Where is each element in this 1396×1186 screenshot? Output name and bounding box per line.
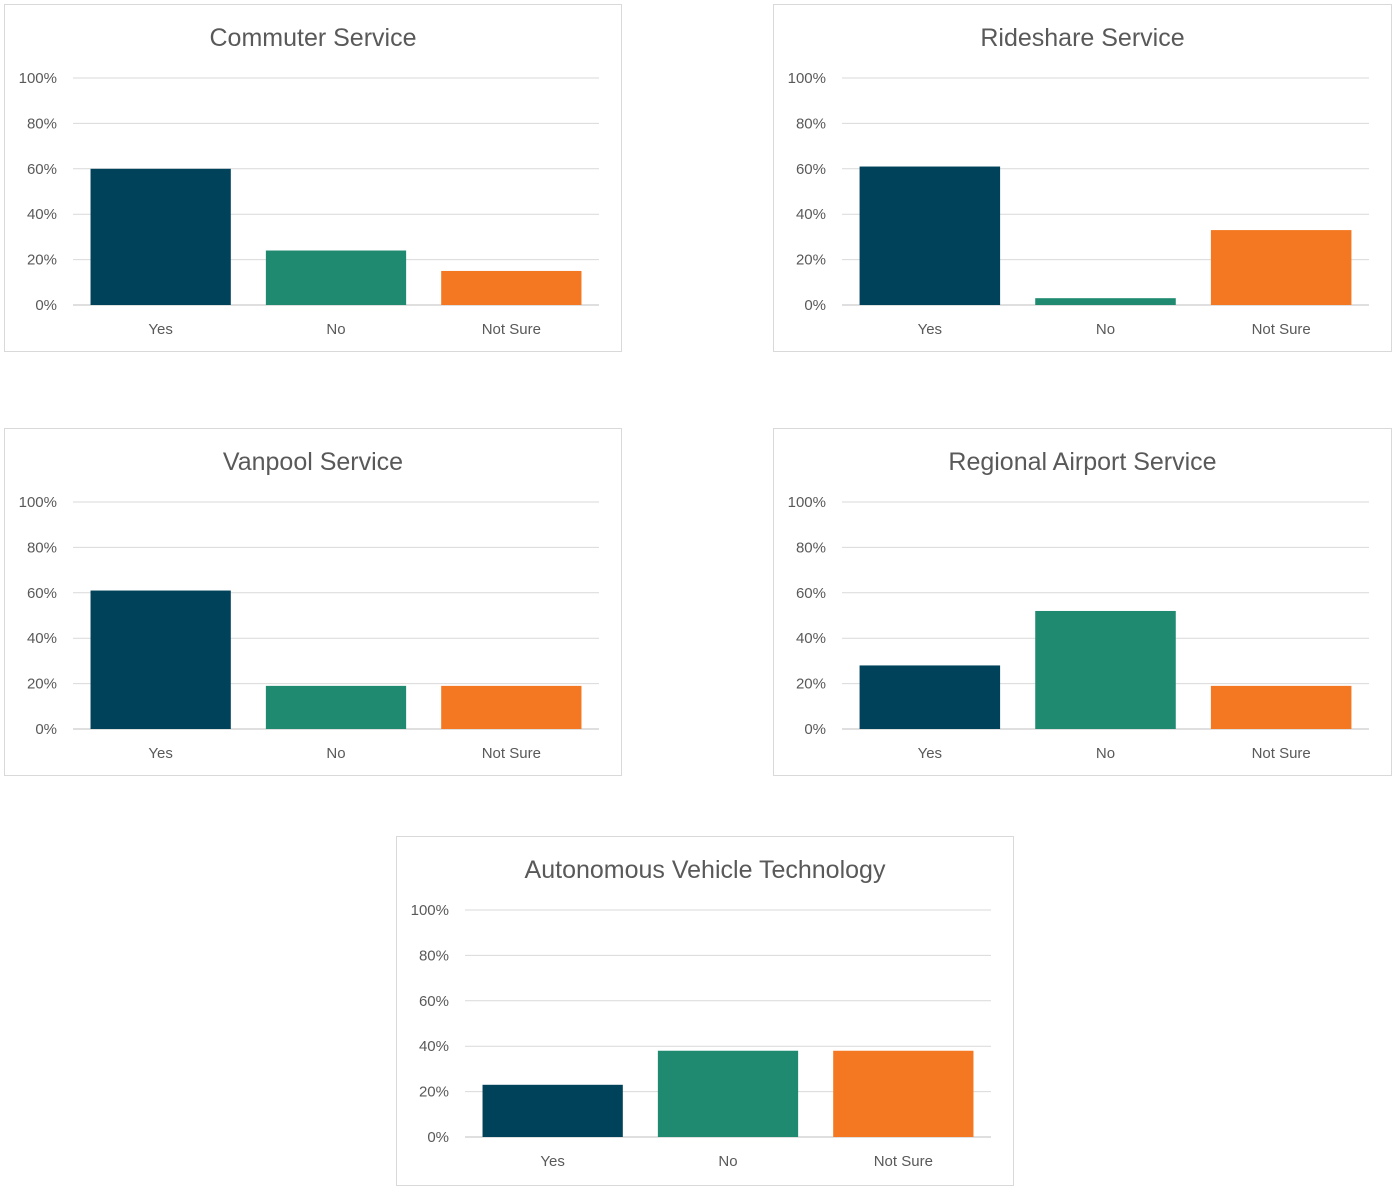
bar-not-sure [441,270,582,305]
y-tick-label: 40% [419,1038,449,1055]
category-label: Not Sure [1252,321,1311,338]
chart-title: Commuter Service [210,24,417,52]
y-tick-label: 0% [804,297,826,314]
category-label: Not Sure [482,321,541,338]
category-label: Not Sure [874,1153,933,1170]
y-tick-label: 40% [796,206,826,223]
y-tick-label: 80% [419,947,449,964]
chart-svg: Regional Airport Service 0% 20% 40% 60% 80% 10… [788,448,1369,762]
chart-title: Regional Airport Service [948,448,1216,476]
bar-no [1035,610,1176,729]
chart-title: Rideshare Service [980,24,1184,52]
chart-title: Vanpool Service [223,448,403,476]
y-tick-label: 0% [427,1129,449,1146]
y-tick-label: 100% [411,902,449,919]
y-tick-label: 20% [419,1084,449,1101]
chart-commuter-service: Commuter Service 0% 20% 40% 60% 80% 100% Yes No N… [4,4,622,352]
category-label: Yes [918,321,942,338]
category-label: No [1096,745,1115,762]
category-label: No [1096,321,1115,338]
chart-svg: Commuter Service 0% 20% 40% 60% 80% 100% Yes No N… [19,24,599,338]
bar-yes [90,168,231,305]
category-label: No [718,1153,737,1170]
bar-yes [859,665,1001,729]
chart-svg: Vanpool Service 0% 20% 40% 60% 80% 100% Yes No No… [19,448,599,762]
bar-no [265,250,407,305]
y-tick-label: 60% [27,161,57,178]
y-tick-label: 100% [788,70,826,87]
y-tick-label: 80% [27,539,57,556]
y-tick-label: 80% [27,115,57,132]
category-label: Yes [918,745,942,762]
chart-regional-airport-service: Regional Airport Service 0% 20% 40% 60% 80% 10… [773,428,1392,776]
bar-not-sure [833,1050,974,1137]
y-tick-label: 20% [796,676,826,693]
y-tick-label: 20% [796,252,826,269]
bar-yes [859,166,1001,305]
y-tick-label: 80% [796,539,826,556]
chart-svg: Rideshare Service 0% 20% 40% 60% 80% 100% Yes No… [788,24,1369,338]
category-label: Not Sure [482,745,541,762]
bar-yes [482,1084,623,1137]
chart-title: Autonomous Vehicle Technology [525,856,886,884]
y-tick-label: 60% [796,161,826,178]
y-tick-label: 60% [27,585,57,602]
category-label: Yes [148,321,172,338]
bar-no [1035,298,1176,305]
bar-not-sure [441,685,582,729]
y-tick-label: 0% [804,721,826,738]
bar-not-sure [1210,685,1352,729]
chart-rideshare-service: Rideshare Service 0% 20% 40% 60% 80% 100% Yes No… [773,4,1392,352]
y-tick-label: 0% [35,721,57,738]
category-label: Not Sure [1252,745,1311,762]
category-label: Yes [148,745,172,762]
y-tick-label: 60% [419,993,449,1010]
bar-no [657,1050,799,1137]
category-label: No [326,321,345,338]
chart-svg: Autonomous Vehicle Technology 0% 20% 40% 60%… [411,856,991,1170]
y-tick-label: 0% [35,297,57,314]
y-tick-label: 60% [796,585,826,602]
y-tick-label: 20% [27,676,57,693]
y-tick-label: 40% [27,630,57,647]
category-label: Yes [540,1153,564,1170]
category-label: No [326,745,345,762]
y-tick-label: 100% [788,494,826,511]
chart-autonomous-vehicle-technology: Autonomous Vehicle Technology 0% 20% 40% 60%… [396,836,1014,1186]
bar-not-sure [1210,230,1352,305]
y-tick-label: 40% [27,206,57,223]
y-tick-label: 20% [27,252,57,269]
y-tick-label: 80% [796,115,826,132]
bar-yes [90,590,231,729]
y-tick-label: 100% [19,494,57,511]
y-tick-label: 100% [19,70,57,87]
y-tick-label: 40% [796,630,826,647]
chart-vanpool-service: Vanpool Service 0% 20% 40% 60% 80% 100% Yes No No… [4,428,622,776]
bar-no [265,685,407,729]
